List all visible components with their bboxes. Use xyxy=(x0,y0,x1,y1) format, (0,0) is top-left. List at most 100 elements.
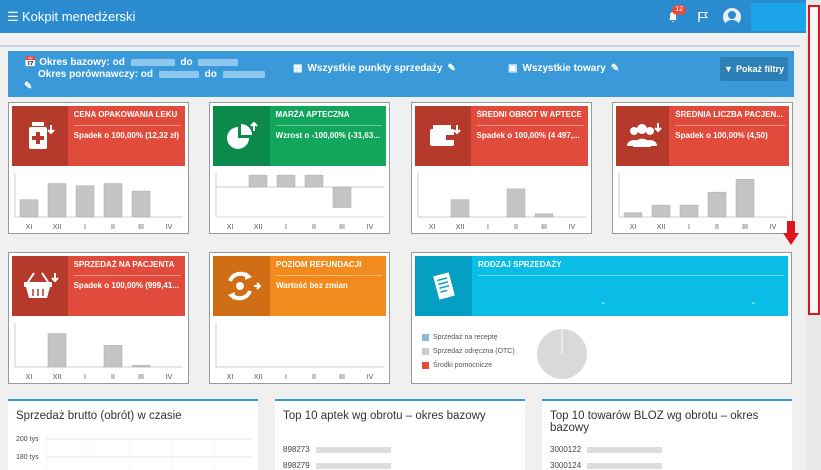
kpi-card-value: Spadek o 100,00% (4,50) xyxy=(675,131,768,140)
legend-swatch xyxy=(422,333,429,341)
mini-chart-bar[interactable] xyxy=(332,186,352,208)
mini-chart-tick-label: II xyxy=(715,224,719,231)
mini-chart-tick-label: I xyxy=(688,224,690,231)
filter-icon: ▼ xyxy=(724,64,733,74)
mini-chart-tick-label: II xyxy=(514,224,518,231)
sales-type-header: RODZAJ SPRZEDAŻY - - xyxy=(415,256,788,316)
header-divider xyxy=(0,45,800,47)
mini-chart-tick-label: IV xyxy=(569,224,576,231)
table-row[interactable]: 3000124 xyxy=(550,461,663,470)
kpi-card-price[interactable]: CENA OPAKOWANIA LEKU Spadek o 100,00% (12… xyxy=(8,102,189,234)
goods-filter-label: Wszystkie towary xyxy=(522,63,606,74)
y-tick-label: 200 tys xyxy=(16,436,39,443)
mini-chart-tick-label: III xyxy=(339,374,345,381)
mini-chart-tick-label: I xyxy=(285,224,287,231)
mini-chart-tick-label: XII xyxy=(53,374,62,381)
kpi-card-value: Spadek o 100,00% (12,32 zł) xyxy=(73,131,179,140)
basket-icon xyxy=(12,256,68,316)
legend-item[interactable]: Sprzedaż na receptę xyxy=(422,330,515,344)
scrollbar-thumb[interactable] xyxy=(808,5,820,315)
kpi-card-title: MARŻA APTECZNA xyxy=(275,110,350,119)
sales-value-2: - xyxy=(752,298,755,307)
hamburger-icon[interactable]: ☰ xyxy=(4,9,22,25)
y-tick-label: 180 tys xyxy=(16,454,39,461)
kpi-card-value: Spadek o 100,00% (4 497,... xyxy=(476,131,580,140)
mini-chart-tick-label: XI xyxy=(227,224,234,231)
mini-chart-tick-label: II xyxy=(111,224,115,231)
mini-chart-tick-label: XII xyxy=(254,224,263,231)
scroll-down-arrow-icon xyxy=(783,221,799,245)
kpi-card-text: CENA OPAKOWANIA LEKU Spadek o 100,00% (12… xyxy=(67,106,185,166)
kpi-card-avg-turnover[interactable]: ŚREDNI OBRÓT W APTECE Spadek o 100,00% (4… xyxy=(411,102,592,234)
mini-chart-bar[interactable] xyxy=(450,199,470,218)
edit-points-icon[interactable]: ✎ xyxy=(448,63,456,74)
points-filter[interactable]: ▦ Wszystkie punkty sprzedaży ✎ xyxy=(293,63,456,74)
base-to-label: do xyxy=(180,57,193,68)
show-filters-button[interactable]: ▼ Pokaż filtry xyxy=(720,57,788,81)
redacted-date xyxy=(130,58,175,66)
receipt-icon xyxy=(415,256,472,316)
kpi-card-refund-level[interactable]: POZIOM REFUNDACJI Wartość bez zmian XI XII I… xyxy=(209,252,390,384)
kpi-card-title: ŚREDNIA LICZBA PACJEN... xyxy=(675,110,783,119)
redacted-date xyxy=(158,70,199,78)
period-info: 📅 Okres bazowy: od do Okres porównawczy:… xyxy=(24,57,268,93)
mini-chart-bar[interactable] xyxy=(707,191,727,218)
mini-chart-tick-label: XI xyxy=(630,224,637,231)
kpi-card-header: ŚREDNIA LICZBA PACJEN... Spadek o 100,00%… xyxy=(616,106,789,166)
mini-chart-bar[interactable] xyxy=(679,204,699,218)
mini-chart-tick-label: IV xyxy=(367,224,374,231)
notifications-button[interactable]: 12 xyxy=(663,4,686,27)
mini-chart-tick-label: II xyxy=(111,374,115,381)
mini-chart-bar[interactable] xyxy=(103,345,123,368)
kpi-card-sales-per-patient[interactable]: SPRZEDAŻ NA PACJENTA Spadek o 100,00% (99… xyxy=(8,252,189,384)
avatar[interactable] xyxy=(723,7,741,26)
legend-item[interactable]: Sprzedaż odręczna (OTC) xyxy=(422,344,515,358)
mini-chart-bar[interactable] xyxy=(304,174,324,188)
table-row[interactable]: 3000122 xyxy=(550,445,663,454)
table-row[interactable]: 898279 xyxy=(283,461,391,470)
kpi-card-text: ŚREDNIA LICZBA PACJEN... Spadek o 100,00%… xyxy=(669,106,789,166)
kpi-card-avg-patients[interactable]: ŚREDNIA LICZBA PACJEN... Spadek o 100,00%… xyxy=(612,102,793,234)
table-row[interactable]: 898273 xyxy=(283,445,391,454)
redacted-name xyxy=(587,446,663,453)
edit-period-icon[interactable]: ✎ xyxy=(24,81,32,92)
mini-chart-bar[interactable] xyxy=(735,178,755,218)
filter-bar: 📅 Okres bazowy: od do Okres porównawczy:… xyxy=(8,51,794,97)
mini-chart-bar[interactable] xyxy=(131,190,151,218)
mini-chart-bar[interactable] xyxy=(103,183,123,218)
user-menu-button[interactable] xyxy=(751,2,806,31)
goods-id: 3000122 xyxy=(550,445,582,454)
mini-chart-bar[interactable] xyxy=(623,212,643,218)
mini-chart-tick-label: XII xyxy=(53,224,62,231)
calendar-icon: 📅 xyxy=(24,57,37,68)
mini-chart-bar[interactable] xyxy=(47,333,67,368)
mini-chart-tick-label: IV xyxy=(367,374,374,381)
edit-goods-icon[interactable]: ✎ xyxy=(611,63,619,74)
mini-chart-bar[interactable] xyxy=(534,213,554,218)
redacted-name xyxy=(587,462,663,469)
mini-chart-bar[interactable] xyxy=(276,174,296,188)
gross-sales-panel: Sprzedaż brutto (obrót) w czasie 200 tys… xyxy=(8,399,258,470)
sales-type-legend: Sprzedaż na receptę Sprzedaż odręczna (O… xyxy=(422,330,515,372)
flag-button[interactable] xyxy=(693,7,713,27)
sales-type-card[interactable]: RODZAJ SPRZEDAŻY - - Sprzedaż na receptę… xyxy=(411,252,792,384)
mini-chart-tick-label: I xyxy=(84,374,86,381)
goods-filter[interactable]: ▣ Wszystkie towary ✎ xyxy=(508,63,619,74)
kpi-card-margin[interactable]: MARŻA APTECZNA Wzrost o -100,00% (-31,63.… xyxy=(209,102,390,234)
legend-item[interactable]: Środki pomocnicze xyxy=(422,358,515,372)
mini-chart-bar[interactable] xyxy=(506,188,526,218)
mini-chart-tick-label: IV xyxy=(166,374,173,381)
mini-chart-bar[interactable] xyxy=(19,199,39,218)
mini-chart-bar[interactable] xyxy=(131,365,151,368)
kpi-mini-chart: XI XII I II III IV xyxy=(215,323,384,381)
mini-chart-tick-label: XII xyxy=(456,224,465,231)
top-pharmacies-panel: Top 10 aptek wg obrotu – okres bazowy 89… xyxy=(275,399,525,470)
mini-chart-bar[interactable] xyxy=(651,204,671,218)
sales-type-pie[interactable] xyxy=(536,328,588,380)
kpi-card-header: POZIOM REFUNDACJI Wartość bez zmian xyxy=(213,256,386,316)
mini-chart-bar[interactable] xyxy=(248,174,268,188)
mini-chart-bar[interactable] xyxy=(47,183,67,218)
mini-chart-bar[interactable] xyxy=(75,185,95,218)
legend-label: Sprzedaż odręczna (OTC) xyxy=(433,347,515,355)
redacted-name xyxy=(315,462,391,469)
